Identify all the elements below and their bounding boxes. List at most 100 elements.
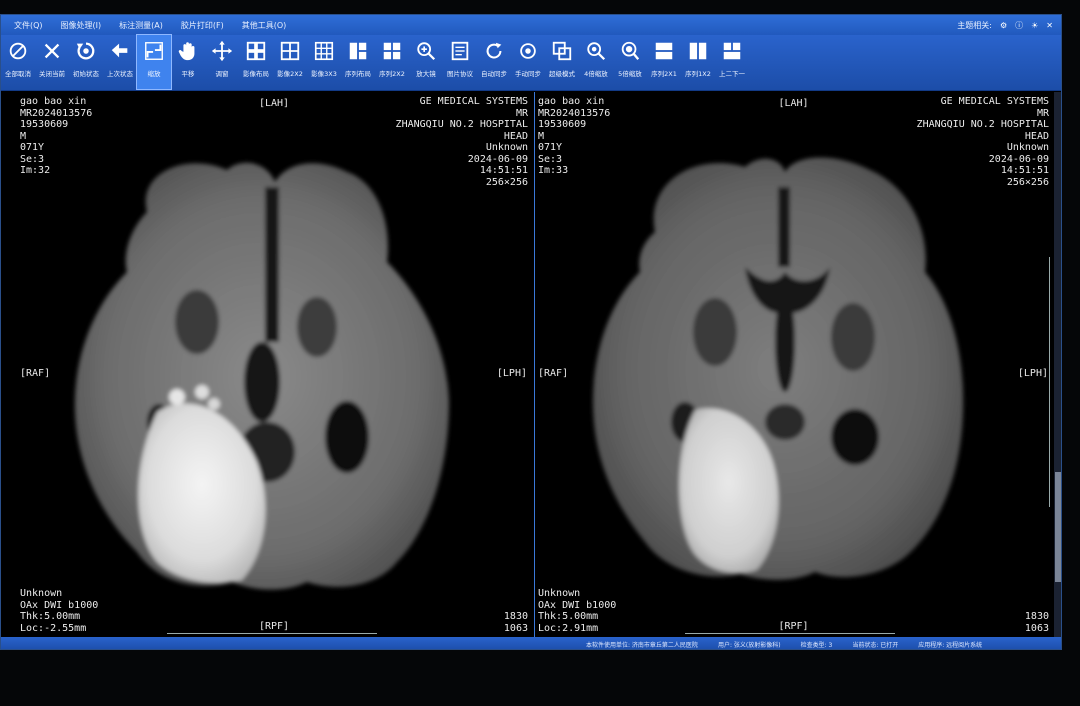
tool-button-manual-sync[interactable]: 手动同步 — [511, 35, 545, 89]
bl-unknown: Unknown — [538, 588, 581, 599]
sequence-name: OAx DWI b1000 — [538, 599, 617, 611]
status-app: 应用程序: 远程阅片系统 — [918, 641, 983, 649]
series-2x2-icon — [380, 39, 404, 63]
study-info-right: GE MEDICAL SYSTEMS MR ZHANGQIU NO.2 HOSPIT… — [917, 96, 1049, 188]
patient-id: MR2024013576 — [20, 107, 93, 119]
orient-top: [LAH] — [258, 98, 290, 109]
menu-other-tools[interactable]: 其他工具(O) — [233, 20, 296, 31]
window-center: 1063 — [1024, 622, 1049, 634]
tool-label: 初始状态 — [73, 70, 99, 78]
window-info-right: 1830 1063 — [1025, 611, 1049, 634]
birth-date: 19530609 — [20, 119, 69, 130]
zoom-4x-icon — [584, 39, 608, 63]
gear-icon[interactable]: ⚙ — [1000, 21, 1007, 30]
tool-label: 4倍缩放 — [584, 70, 608, 78]
tool-button-close-current[interactable]: 关闭当前 — [35, 35, 69, 89]
tool-button-series-1x2[interactable]: 序列1X2 — [681, 35, 715, 89]
tool-label: 影像3X3 — [311, 70, 337, 78]
tool-button-series-2x2[interactable]: 序列2X2 — [375, 35, 409, 89]
tool-button-reset[interactable]: 初始状态 — [69, 35, 103, 89]
modality: MR — [1036, 107, 1049, 119]
study-date: 2024-06-09 — [467, 153, 528, 165]
viewport-right[interactable]: gao bao xin MR2024013576 19530609 M 071Y Se:3… — [534, 92, 1052, 637]
institution: ZHANGQIU NO.2 HOSPITAL — [395, 119, 528, 130]
tool-button-magnifier[interactable]: 放大镜 — [409, 35, 443, 89]
orient-left: [RAF] — [20, 368, 51, 379]
tool-button-super-mode[interactable]: 超级模式 — [545, 35, 579, 89]
tool-label: 手动同步 — [515, 70, 541, 78]
modality: MR — [515, 107, 528, 119]
slice-location: Loc:2.91mm — [538, 622, 599, 634]
tool-button-layout-2-1[interactable]: 上二下一 — [715, 35, 749, 89]
body-part: HEAD — [1024, 130, 1049, 142]
study-info-left: GE MEDICAL SYSTEMS MR ZHANGQIU NO.2 HOSPIT… — [396, 96, 528, 188]
station: Unknown — [1006, 142, 1049, 153]
pacs-viewer-window: 文件(Q) 图像处理(I) 标注测量(A) 胶片打印(F) 其他工具(O) 主题… — [0, 14, 1062, 650]
magnifier-icon — [414, 39, 438, 63]
tool-button-series-layout[interactable]: 序列布局 — [341, 35, 375, 89]
manufacturer: GE MEDICAL SYSTEMS — [940, 96, 1049, 107]
image-layout-icon — [244, 39, 268, 63]
tool-button-zoom-5x[interactable]: 5倍缩放 — [613, 35, 647, 89]
image-number: Im:32 — [20, 165, 51, 176]
patient-sex: M — [538, 130, 545, 142]
tool-button-image-layout[interactable]: 影像布局 — [239, 35, 273, 89]
tool-label: 影像布局 — [243, 70, 269, 78]
birth-date: 19530609 — [538, 119, 587, 130]
tool-button-zoom-4x[interactable]: 4倍缩放 — [579, 35, 613, 89]
pan-hand-icon — [176, 39, 200, 63]
study-time: 14:51:51 — [479, 165, 528, 176]
tool-button-protocol[interactable]: 图片协议 — [443, 35, 477, 89]
tool-button-pan-hand[interactable]: 平移 — [171, 35, 205, 89]
viewport-left[interactable]: gao bao xin MR2024013576 19530609 M 071Y Se:3… — [17, 92, 531, 637]
close-current-icon — [40, 39, 64, 63]
series-1x2-icon — [686, 39, 710, 63]
tool-button-grid-2x2[interactable]: 影像2X2 — [273, 35, 307, 89]
tool-label: 序列2X1 — [651, 70, 677, 78]
slice-thickness: Thk:5.00mm — [538, 611, 599, 622]
bl-unknown: Unknown — [20, 588, 63, 599]
menu-film-print[interactable]: 胶片打印(F) — [172, 20, 233, 31]
toolbar: 全部取消 关闭当前 初始状态 上次状态 缩放 平移 调窗 影像布局 影像2X2 影像3X3 序列布局… — [1, 34, 1061, 91]
window-center: 1063 — [503, 622, 528, 634]
patient-sex: M — [20, 130, 27, 142]
tool-label: 序列1X2 — [685, 70, 711, 78]
sequence-name: OAx DWI b1000 — [20, 599, 99, 611]
zoom-icon — [142, 39, 166, 63]
cancel-all-icon — [6, 39, 30, 63]
tool-button-series-2x1[interactable]: 序列2X1 — [647, 35, 681, 89]
tool-button-zoom[interactable]: 缩放 — [136, 34, 172, 90]
tool-label: 放大镜 — [416, 70, 436, 78]
window-width: 1830 — [503, 611, 528, 622]
window-level-icon — [210, 39, 234, 63]
tool-label: 关闭当前 — [39, 70, 65, 78]
tool-label: 超级模式 — [549, 70, 575, 78]
series-number: Se:3 — [538, 153, 563, 165]
tool-label: 5倍缩放 — [618, 70, 642, 78]
window-width: 1830 — [1024, 611, 1049, 622]
scrollbar-thumb[interactable] — [1055, 472, 1061, 582]
series-layout-icon — [346, 39, 370, 63]
tool-label: 序列布局 — [345, 70, 371, 78]
tool-button-auto-sync[interactable]: 自动同步 — [477, 35, 511, 89]
menu-image-processing[interactable]: 图像处理(I) — [52, 20, 111, 31]
tool-button-grid-3x3[interactable]: 影像3X3 — [307, 35, 341, 89]
info-icon[interactable]: ⓘ — [1015, 20, 1023, 31]
undo-icon — [108, 39, 132, 63]
status-user: 用户: 张义(放射影像科) — [717, 641, 781, 649]
menu-annotation[interactable]: 标注测量(A) — [110, 20, 172, 31]
status-exam-type: 检查类型: 3 — [800, 641, 833, 649]
menu-bar: 文件(Q) 图像处理(I) 标注测量(A) 胶片打印(F) 其他工具(O) 主题… — [1, 15, 1061, 35]
study-date: 2024-06-09 — [988, 153, 1049, 165]
scale-ruler-horizontal — [167, 628, 377, 634]
menu-file[interactable]: 文件(Q) — [5, 20, 52, 31]
tool-button-undo[interactable]: 上次状态 — [103, 35, 137, 89]
close-icon[interactable]: ✕ — [1046, 21, 1053, 30]
tool-button-cancel-all[interactable]: 全部取消 — [1, 35, 35, 89]
brightness-icon[interactable]: ☀ — [1031, 21, 1038, 30]
theme-label: 主题相关: — [957, 20, 992, 30]
station: Unknown — [485, 142, 528, 153]
vertical-scrollbar[interactable] — [1054, 92, 1061, 637]
tool-button-window-level[interactable]: 调窗 — [205, 35, 239, 89]
slice-location: Loc:-2.55mm — [20, 622, 87, 634]
